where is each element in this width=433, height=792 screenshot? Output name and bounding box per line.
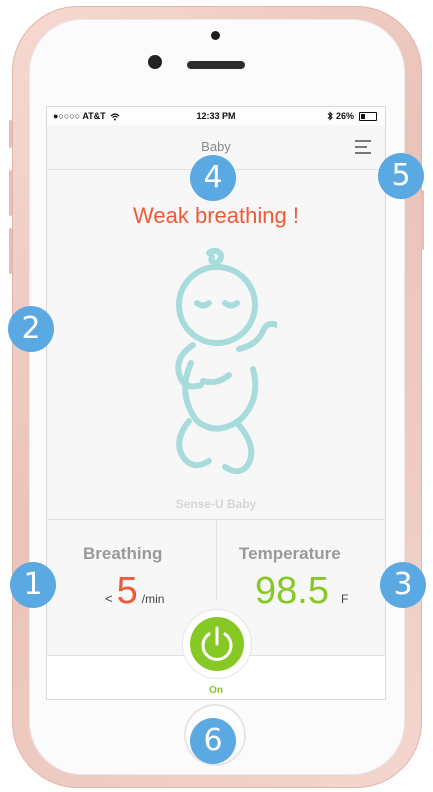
temperature-unit: F: [340, 592, 349, 606]
power-button-face[interactable]: [190, 617, 244, 671]
earpiece-speaker: [187, 61, 245, 69]
annotation-marker: 6: [190, 718, 236, 764]
status-bar: ●○○○○ AT&T 12:33 PM 26%: [47, 107, 385, 125]
status-right: 26%: [327, 111, 377, 121]
battery-icon: [359, 111, 377, 121]
nav-title: Baby: [201, 139, 231, 154]
annotation-marker: 4: [190, 155, 236, 201]
metric-divider: [216, 520, 217, 600]
baby-icon: [175, 247, 277, 475]
menu-icon[interactable]: [355, 139, 373, 155]
brand-name: Sense-U Baby: [175, 497, 257, 511]
temperature-value: 98.5: [255, 570, 329, 612]
power-state-label: On: [209, 685, 223, 696]
breathing-unit: /min: [141, 592, 165, 606]
power-button[interactable]: [182, 609, 252, 679]
breathing-label: Breathing: [83, 544, 163, 563]
side-button: [9, 228, 12, 274]
bluetooth-icon: [327, 111, 333, 121]
front-camera: [211, 31, 220, 40]
breathing-value: 5: [116, 570, 138, 612]
temperature-label: Temperature: [239, 544, 341, 563]
camera-lens: [148, 55, 162, 69]
battery-percent: 26%: [335, 111, 354, 121]
side-button: [9, 120, 12, 148]
breathing-prefix: <: [105, 591, 113, 606]
annotation-marker: 2: [8, 306, 54, 352]
side-button: [421, 190, 424, 250]
temperature-reading: 98.5 F: [255, 570, 348, 613]
annotation-marker: 5: [378, 153, 424, 199]
power-icon: [201, 626, 233, 661]
breathing-reading: < 5 /min: [105, 570, 164, 613]
annotation-marker: 3: [380, 562, 426, 608]
side-button: [9, 170, 12, 216]
alert-message: Weak breathing !: [133, 203, 299, 228]
annotation-marker: 1: [10, 562, 56, 608]
